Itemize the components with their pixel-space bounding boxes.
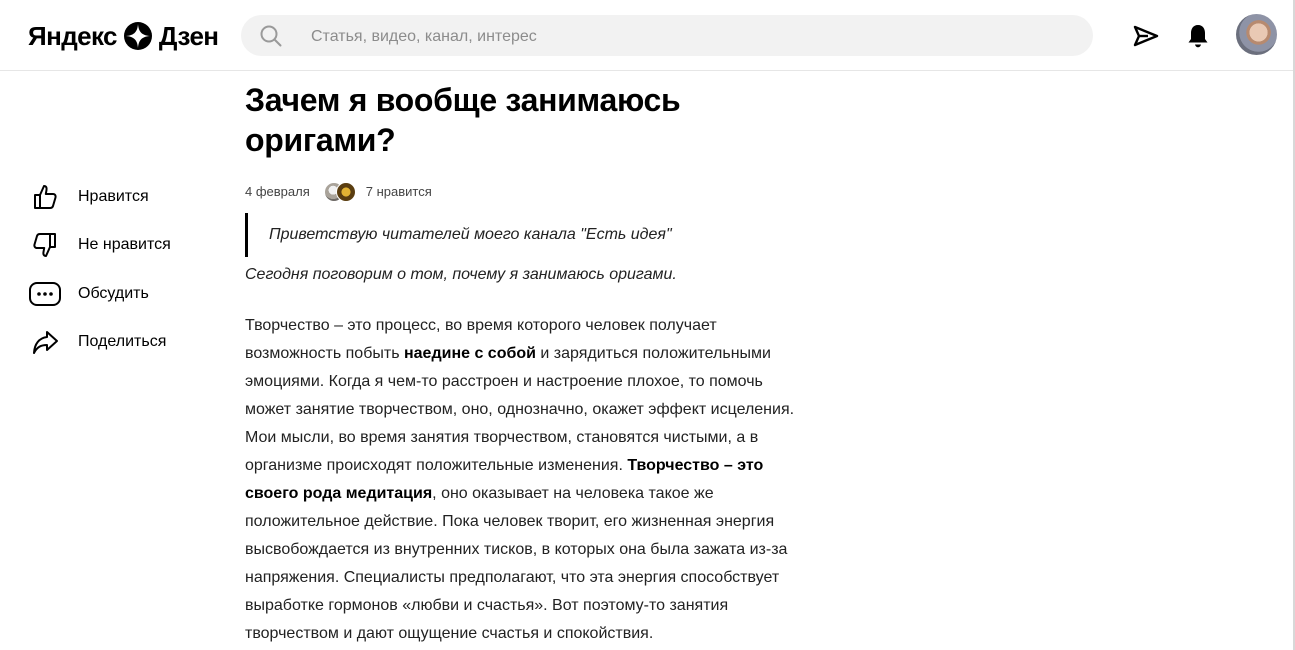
body-line: возможность побыть наедине с собой и зар… xyxy=(245,340,845,368)
body-line: творчеством и дают ощущение счастья и сп… xyxy=(245,625,654,642)
thumbs-down-icon xyxy=(33,233,56,257)
body-line: выработке гормонов «любви и счастья». Во… xyxy=(245,597,729,614)
likes-count[interactable]: 7 нравится xyxy=(366,184,432,199)
intro-text: Сегодня поговорим о том, почему я занима… xyxy=(245,266,677,283)
body-bold-text: наедине с собой xyxy=(403,345,536,362)
body-text: и зарядиться положительными xyxy=(535,345,771,362)
logo-text-zen: Дзен xyxy=(158,20,219,51)
dislike-label: Не нравится xyxy=(78,236,171,253)
body-line: своего рода медитация, оно оказывает на … xyxy=(245,480,845,508)
body-line: эмоциями. Когда я чем-то расстроен и нас… xyxy=(245,373,763,390)
bell-icon[interactable] xyxy=(1184,22,1212,50)
send-icon[interactable] xyxy=(1132,22,1160,50)
body-line: положительное действие. Пока человек тво… xyxy=(245,513,775,530)
zen-logo-icon xyxy=(123,22,152,50)
liker-avatar xyxy=(335,182,356,202)
comment-icon xyxy=(29,282,61,306)
share-label: Поделиться xyxy=(78,333,167,350)
body-line: может занятие творчеством, оно, однознач… xyxy=(245,401,795,418)
search-input[interactable] xyxy=(309,15,1073,58)
body-line: Творчество – это процесс, во время котор… xyxy=(245,317,717,334)
comment-button[interactable]: Обсудить xyxy=(28,277,228,311)
thumbs-up-icon xyxy=(34,185,57,209)
logo[interactable]: Яндекс Дзен xyxy=(28,20,219,52)
top-header: Яндекс Дзен xyxy=(0,0,1295,71)
body-line: напряжения. Специалисты предполагают, чт… xyxy=(245,569,780,586)
article-body: Творчество – это процесс, во время котор… xyxy=(245,312,845,648)
article-title: Зачем я вообще занимаюсь оригами? xyxy=(245,80,845,160)
publish-date: 4 февраля xyxy=(245,183,310,199)
article-title-line: оригами? xyxy=(245,122,396,158)
body-bold-text: Творчество – это xyxy=(627,457,764,474)
body-line: организме происходят положительные измен… xyxy=(245,452,845,480)
dislike-button[interactable]: Не нравится xyxy=(28,228,228,262)
body-bold-text: своего рода медитация xyxy=(245,485,433,502)
body-line: Мои мысли, во время занятия творчеством,… xyxy=(245,429,759,446)
share-button[interactable]: Поделиться xyxy=(28,325,228,359)
body-text: организме происходят положительные измен… xyxy=(245,457,628,474)
article-meta: 4 февраля 7 нравится xyxy=(245,180,432,202)
body-text: возможность побыть xyxy=(245,345,404,362)
user-avatar[interactable] xyxy=(1236,14,1277,55)
share-icon xyxy=(33,331,58,354)
comment-label: Обсудить xyxy=(78,285,149,302)
blockquote: Приветствую читателей моего канала "Есть… xyxy=(245,213,840,257)
article: Зачем я вообще занимаюсь оригами? 4 февр… xyxy=(245,80,845,642)
likers-avatars[interactable] xyxy=(323,181,358,202)
logo-text-yandex: Яндекс xyxy=(28,20,117,51)
body-line: высвобождается из внутренних тисков, в к… xyxy=(245,541,788,558)
like-label: Нравится xyxy=(78,188,149,205)
body-text: , оно оказывает на человека такое же xyxy=(432,485,714,502)
article-title-line: Зачем я вообще занимаюсь xyxy=(245,82,681,118)
search-bar[interactable] xyxy=(241,15,1093,58)
search-icon xyxy=(260,25,282,47)
quote-text: Приветствую читателей моего канала "Есть… xyxy=(269,226,672,243)
like-button[interactable]: Нравится xyxy=(28,180,228,214)
